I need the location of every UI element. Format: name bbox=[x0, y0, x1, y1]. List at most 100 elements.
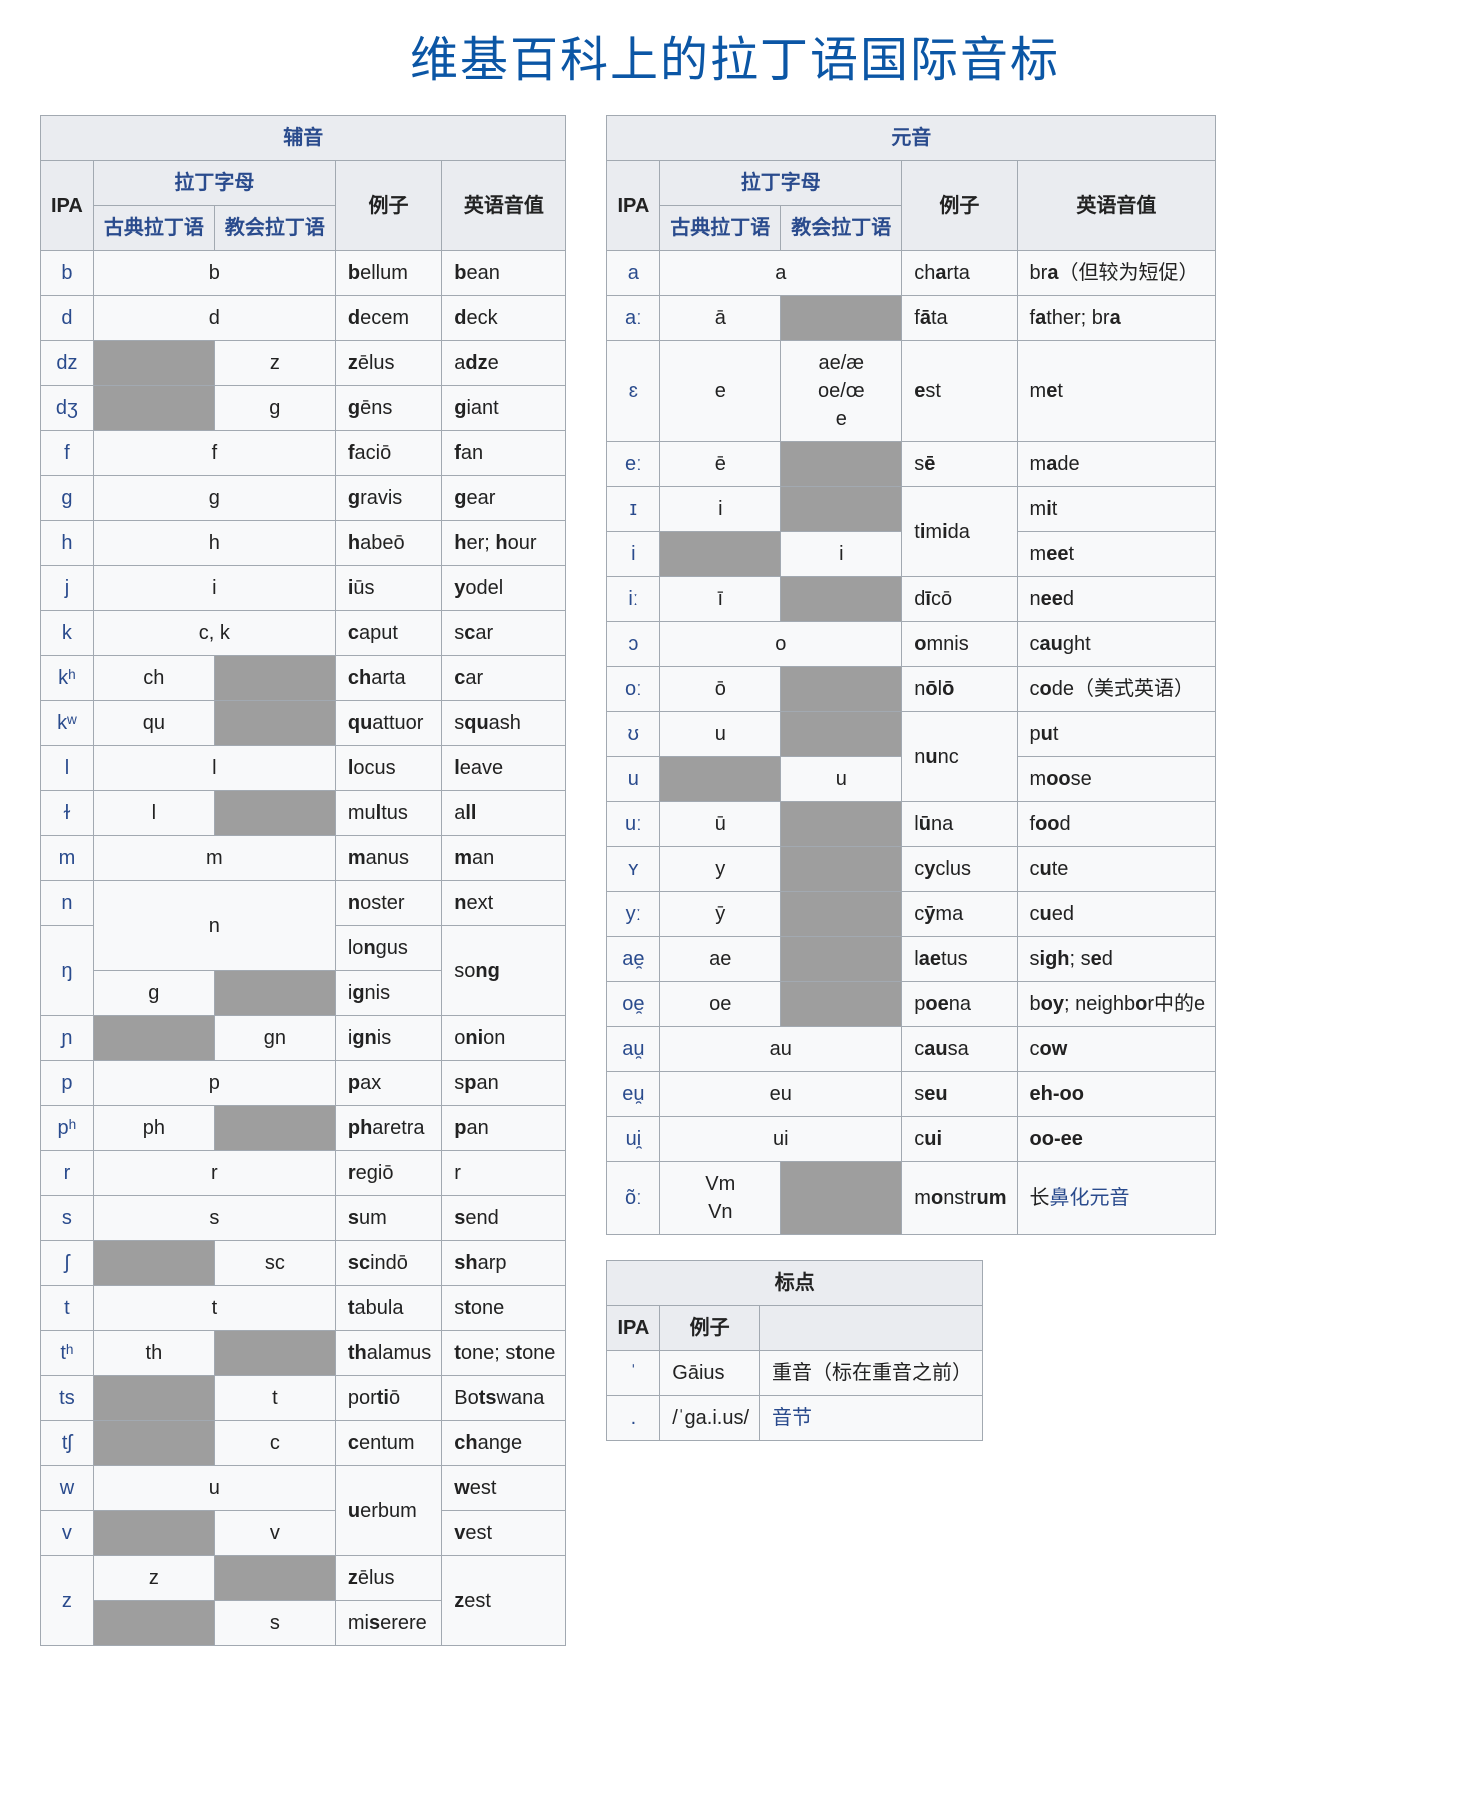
ipa-cell: b bbox=[41, 251, 94, 296]
english-cell: put bbox=[1017, 712, 1216, 757]
right-column: 元音 IPA 拉丁字母 例子 英语音值 古典拉丁语 教会拉丁语 aacharta… bbox=[606, 115, 1216, 1441]
example-cell: sē bbox=[902, 442, 1017, 487]
consonants-table: 辅音 IPA 拉丁字母 例子 英语音值 古典拉丁语 教会拉丁语 bbbellum… bbox=[40, 115, 566, 1646]
ipa-cell: oe̯ bbox=[607, 982, 660, 1027]
example-cell: zēlus bbox=[335, 341, 441, 386]
example-cell: gēns bbox=[335, 386, 441, 431]
english-cell: r bbox=[442, 1151, 566, 1196]
ipa-cell: õː bbox=[607, 1162, 660, 1235]
classical-link[interactable]: 古典拉丁语 bbox=[104, 217, 204, 239]
example-cell: quattuor bbox=[335, 701, 441, 746]
ipa-cell: eː bbox=[607, 442, 660, 487]
english-cell: code（美式英语） bbox=[1017, 667, 1216, 712]
vowels-link[interactable]: 元音 bbox=[891, 127, 931, 149]
ipa-cell: ˈ bbox=[607, 1351, 660, 1396]
english-cell: her; hour bbox=[442, 521, 566, 566]
ipa-cell: yː bbox=[607, 892, 660, 937]
example-cell: pax bbox=[335, 1061, 441, 1106]
example-cell: sum bbox=[335, 1196, 441, 1241]
eccles-cell: g bbox=[214, 386, 335, 431]
english-cell: leave bbox=[442, 746, 566, 791]
ipa-cell: r bbox=[41, 1151, 94, 1196]
classical-cell: e bbox=[660, 341, 781, 442]
na-cell bbox=[781, 667, 902, 712]
ipa-cell: ɲ bbox=[41, 1016, 94, 1061]
na-cell bbox=[781, 577, 902, 622]
th-examples-v: 例子 bbox=[902, 161, 1017, 251]
english-cell: Botswana bbox=[442, 1376, 566, 1421]
na-cell bbox=[781, 487, 902, 532]
ipa-cell: ʊ bbox=[607, 712, 660, 757]
na-cell bbox=[93, 1421, 214, 1466]
syllable-link[interactable]: 音节 bbox=[772, 1407, 812, 1429]
table-row: ɡggravisgear bbox=[41, 476, 566, 521]
classical-cell: ch bbox=[93, 656, 214, 701]
ecclesiastic-link-v[interactable]: 教会拉丁语 bbox=[791, 217, 891, 239]
latin-cell: f bbox=[93, 431, 335, 476]
example-cell: thalamus bbox=[335, 1331, 441, 1376]
na-cell bbox=[93, 1601, 214, 1646]
consonants-link[interactable]: 辅音 bbox=[283, 127, 323, 149]
table-row: ɫlmultusall bbox=[41, 791, 566, 836]
latin-cell: u bbox=[93, 1466, 335, 1511]
example-cell: pharetra bbox=[335, 1106, 441, 1151]
latin-cell: r bbox=[93, 1151, 335, 1196]
ipa-cell: tʃ bbox=[41, 1421, 94, 1466]
th-ipa: IPA bbox=[41, 161, 94, 251]
table-row: eu̯euseueh-oo bbox=[607, 1072, 1216, 1117]
na-cell bbox=[214, 701, 335, 746]
english-cell: deck bbox=[442, 296, 566, 341]
ecclesiastic-link[interactable]: 教会拉丁语 bbox=[225, 217, 325, 239]
th-ecclesiastic-v: 教会拉丁语 bbox=[781, 206, 902, 251]
eccles-cell: c bbox=[214, 1421, 335, 1466]
latin-cell: ui bbox=[660, 1117, 902, 1162]
table-row: aːāfātafather; bra bbox=[607, 296, 1216, 341]
ipa-cell: ɔ bbox=[607, 622, 660, 667]
english-cell: squash bbox=[442, 701, 566, 746]
example-cell: lūna bbox=[902, 802, 1017, 847]
table-row: yːȳcȳmacued bbox=[607, 892, 1216, 937]
english-cell: father; bra bbox=[1017, 296, 1216, 341]
table-row: kc, kcaputscar bbox=[41, 611, 566, 656]
table-row: ./ˈɡa.i.us/音节 bbox=[607, 1396, 983, 1441]
ipa-cell: ɡ bbox=[41, 476, 94, 521]
english-cell: cued bbox=[1017, 892, 1216, 937]
latin-link-v[interactable]: 拉丁字母 bbox=[741, 172, 821, 194]
english-cell: man bbox=[442, 836, 566, 881]
table-row: tttabulastone bbox=[41, 1286, 566, 1331]
table-row: ɛeae/æoe/œeestmet bbox=[607, 341, 1216, 442]
classical-cell: VmVn bbox=[660, 1162, 781, 1235]
table-row: aachartabra（但较为短促） bbox=[607, 251, 1216, 296]
nasal-vowel-link[interactable]: 鼻化元音 bbox=[1050, 1187, 1130, 1209]
english-cell: all bbox=[442, 791, 566, 836]
example-cell: noster bbox=[335, 881, 441, 926]
ipa-cell: ts bbox=[41, 1376, 94, 1421]
ipa-cell: t bbox=[41, 1286, 94, 1331]
ipa-cell: dʒ bbox=[41, 386, 94, 431]
ipa-cell: u bbox=[607, 757, 660, 802]
table-row: jiiūsyodel bbox=[41, 566, 566, 611]
english-cell: giant bbox=[442, 386, 566, 431]
example-cell: fāta bbox=[902, 296, 1017, 341]
latin-link[interactable]: 拉丁字母 bbox=[174, 172, 254, 194]
ipa-cell: m bbox=[41, 836, 94, 881]
ipa-cell: l bbox=[41, 746, 94, 791]
th-latin: 拉丁字母 bbox=[93, 161, 335, 206]
example-cell: iūs bbox=[335, 566, 441, 611]
example-cell: habeō bbox=[335, 521, 441, 566]
example-cell: uerbum bbox=[335, 1466, 441, 1556]
english-cell: stone bbox=[442, 1286, 566, 1331]
latin-cell: d bbox=[93, 296, 335, 341]
english-cell: cute bbox=[1017, 847, 1216, 892]
classical-cell: ū bbox=[660, 802, 781, 847]
example-cell: monstrum bbox=[902, 1162, 1017, 1235]
desc-cell: 音节 bbox=[760, 1396, 983, 1441]
english-cell: song bbox=[442, 926, 566, 1016]
table-row: zzzēluszest bbox=[41, 1556, 566, 1601]
na-cell bbox=[781, 442, 902, 487]
table-row: bbbellumbean bbox=[41, 251, 566, 296]
classical-link-v[interactable]: 古典拉丁语 bbox=[670, 217, 770, 239]
example-cell: seu bbox=[902, 1072, 1017, 1117]
example-cell: charta bbox=[902, 251, 1017, 296]
example-cell: gravis bbox=[335, 476, 441, 521]
